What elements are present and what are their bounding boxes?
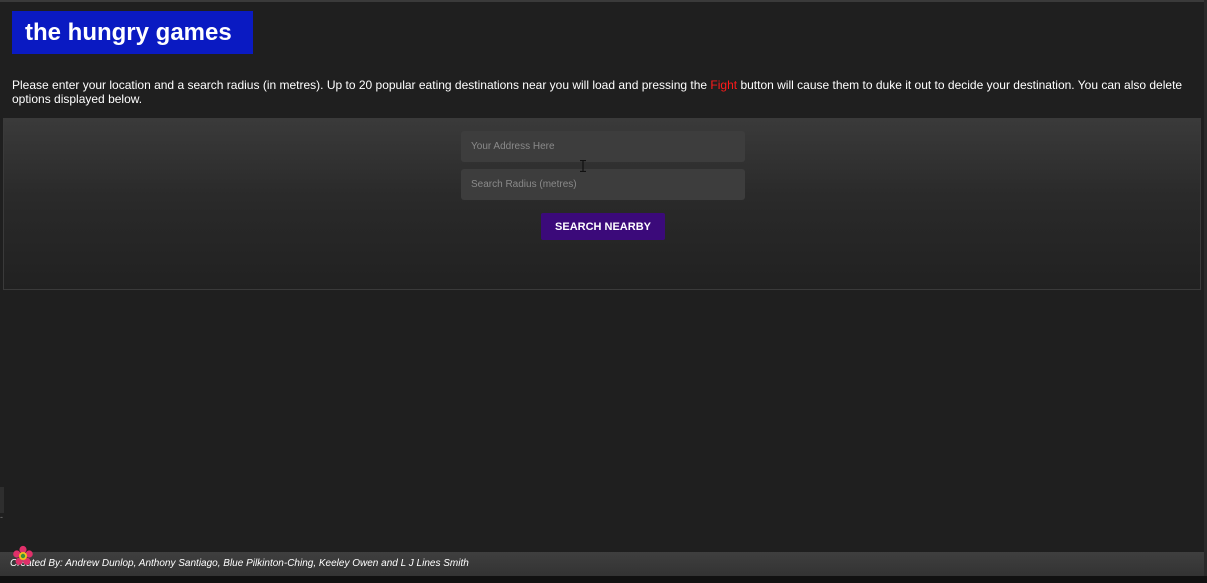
- side-tab: [0, 487, 4, 513]
- address-input[interactable]: [461, 131, 745, 162]
- side-mark: -: [0, 512, 3, 522]
- footer-bar: Created By: Andrew Dunlop, Anthony Santi…: [0, 552, 1204, 576]
- intro-text-before: Please enter your location and a search …: [12, 78, 711, 92]
- bottom-border: [0, 576, 1207, 583]
- footer-credits: Created By: Andrew Dunlop, Anthony Santi…: [10, 558, 469, 569]
- intro-paragraph: Please enter your location and a search …: [12, 78, 1197, 106]
- flower-icon: [13, 545, 33, 565]
- top-border: [0, 0, 1207, 2]
- i-beam-cursor-icon: [580, 160, 586, 172]
- search-radius-input[interactable]: [461, 169, 745, 200]
- fight-highlight: Fight: [710, 78, 738, 92]
- search-panel: SEARCH NEARBY: [3, 118, 1201, 290]
- search-nearby-button[interactable]: SEARCH NEARBY: [541, 213, 665, 240]
- page-title: the hungry games: [12, 11, 253, 54]
